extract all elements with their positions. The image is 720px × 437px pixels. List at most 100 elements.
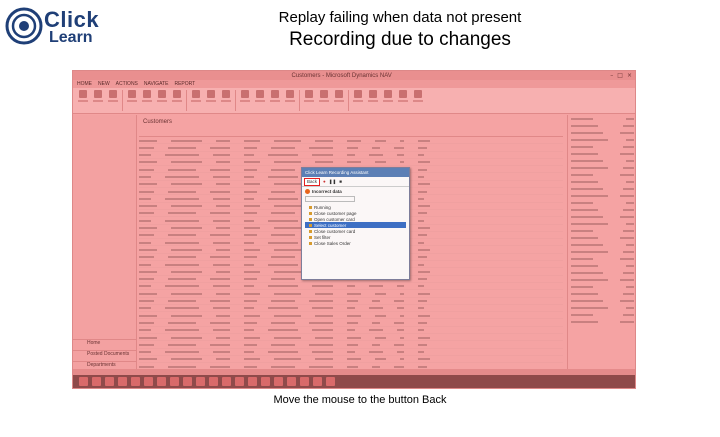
ribbon-button[interactable] [382,90,394,111]
tab-navigate[interactable]: NAVIGATE [144,81,169,87]
ribbon-button[interactable] [397,90,409,111]
tab-home[interactable]: HOME [77,81,92,87]
ribbon-button[interactable] [333,90,345,111]
factbox-line [568,171,635,178]
stop-icon[interactable]: ■ [339,179,342,184]
table-row[interactable] [139,327,563,335]
tab-report[interactable]: REPORT [174,81,195,87]
ribbon-button[interactable] [284,90,296,111]
ribbon-button[interactable] [367,90,379,111]
tree-item[interactable]: Close Sales Order [305,240,406,246]
factbox-line [568,129,635,136]
table-row[interactable] [139,137,563,145]
taskbar-app-icon[interactable] [222,377,231,386]
ribbon-button[interactable] [269,90,281,111]
taskbar-app-icon[interactable] [144,377,153,386]
taskbar-app-icon[interactable] [170,377,179,386]
ribbon-button[interactable] [77,90,89,111]
table-row[interactable] [139,356,563,364]
tab-actions[interactable]: ACTIONS [116,81,138,87]
table-row[interactable] [139,341,563,349]
ribbon-button[interactable] [190,90,202,111]
factbox-line [568,115,635,122]
back-button-label: Back [307,179,318,184]
recording-dialog: Click Learn Recording Assistant Back ● ❚… [301,167,410,280]
record-icon[interactable]: ● [323,179,326,184]
back-button[interactable]: Back [304,177,321,186]
taskbar-app-icon[interactable] [131,377,140,386]
ribbon-button[interactable] [126,90,138,111]
factbox-line [568,164,635,171]
pause-icon[interactable]: ❚❚ [329,179,337,185]
factbox-pane [567,115,635,377]
taskbar-app-icon[interactable] [157,377,166,386]
ribbon-button[interactable] [92,90,104,111]
slide-title: Replay failing when data not present [278,9,522,26]
table-row[interactable] [139,290,563,298]
ribbon-button[interactable] [171,90,183,111]
ribbon-button[interactable] [352,90,364,111]
close-icon[interactable]: × [627,72,632,79]
taskbar-app-icon[interactable] [209,377,218,386]
taskbar [73,375,635,388]
taskbar-app-icon[interactable] [118,377,127,386]
factbox-line [568,178,635,185]
ribbon-button[interactable] [303,90,315,111]
ribbon-button[interactable] [318,90,330,111]
maximize-icon[interactable]: □ [617,72,623,79]
factbox-line [568,150,635,157]
warning-message: Incorrect data [305,189,406,194]
taskbar-app-icon[interactable] [313,377,322,386]
ribbon-button[interactable] [156,90,168,111]
taskbar-app-icon[interactable] [235,377,244,386]
table-row[interactable] [139,152,563,159]
table-row[interactable] [139,305,563,313]
nav-bottom: Home Posted Documents Departments [73,339,137,372]
taskbar-app-icon[interactable] [105,377,114,386]
navigation-pane: Home Posted Documents Departments [73,115,137,388]
factbox-line [568,297,635,304]
window-controls: – □ × [610,72,635,79]
factbox-line [568,227,635,234]
ribbon-button[interactable] [254,90,266,111]
table-row[interactable] [139,144,563,152]
dialog-title: Click Learn Recording Assistant [302,168,409,177]
taskbar-app-icon[interactable] [274,377,283,386]
taskbar-app-icon[interactable] [92,377,101,386]
factbox-line [568,157,635,164]
taskbar-app-icon[interactable] [183,377,192,386]
ribbon-button[interactable] [220,90,232,111]
factbox-line [568,248,635,255]
table-row[interactable] [139,334,563,342]
factbox-line [568,206,635,213]
ribbon-button[interactable] [205,90,217,111]
nav-posted-documents[interactable]: Posted Documents [73,350,137,361]
taskbar-app-icon[interactable] [248,377,257,386]
taskbar-app-icon[interactable] [300,377,309,386]
nav-item[interactable] [73,180,136,187]
ribbon-button[interactable] [239,90,251,111]
taskbar-app-icon[interactable] [326,377,335,386]
table-row[interactable] [139,349,563,356]
warning-icon [305,189,310,194]
taskbar-app-icon[interactable] [79,377,88,386]
taskbar-app-icon[interactable] [261,377,270,386]
taskbar-app-icon[interactable] [196,377,205,386]
ribbon-button[interactable] [412,90,424,111]
nav-home[interactable]: Home [73,339,137,350]
taskbar-app-icon[interactable] [287,377,296,386]
factbox-line [568,290,635,297]
app-titlebar: Customers - Microsoft Dynamics NAV – □ × [73,71,635,80]
list-title: Customers [139,115,563,137]
ribbon-button[interactable] [107,90,119,111]
table-row[interactable] [139,283,563,291]
table-row[interactable] [139,298,563,305]
tab-new[interactable]: NEW [98,81,110,87]
table-row[interactable] [139,312,563,320]
ribbon-button[interactable] [141,90,153,111]
table-row[interactable] [139,319,563,327]
dialog-input[interactable] [305,196,355,202]
minimize-icon[interactable]: – [610,72,613,79]
table-row[interactable] [139,159,563,167]
app-window-title: Customers - Microsoft Dynamics NAV [291,72,392,79]
